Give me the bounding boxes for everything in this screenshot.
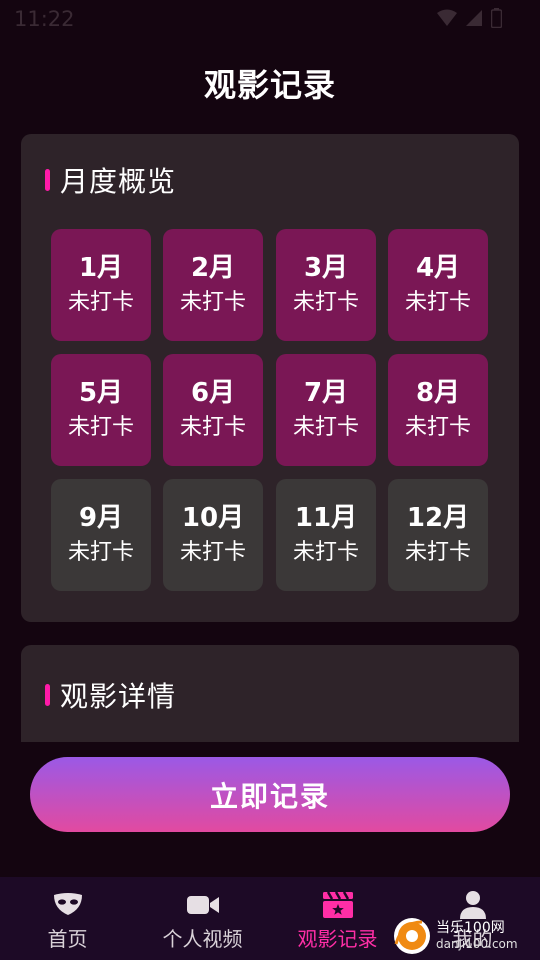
month-status: 未打卡 <box>292 540 359 565</box>
month-label: 10月 <box>181 503 245 533</box>
wifi-icon <box>437 9 457 26</box>
mask-icon <box>52 891 84 919</box>
status-icons <box>437 8 502 28</box>
month-tile-10[interactable]: 10月 未打卡 <box>163 479 263 591</box>
month-tile-3[interactable]: 3月 未打卡 <box>276 229 376 341</box>
details-section-title: 观影详情 <box>60 680 177 713</box>
month-status: 未打卡 <box>67 540 134 565</box>
nav-item-viewing-record[interactable]: 观影记录 <box>270 877 405 960</box>
watermark-url: danji100.com <box>436 937 518 951</box>
month-tile-7[interactable]: 7月 未打卡 <box>276 354 376 466</box>
battery-icon <box>491 8 502 28</box>
month-status: 未打卡 <box>292 415 359 440</box>
monthly-section-header: 月度概览 <box>45 160 176 200</box>
month-tile-6[interactable]: 6月 未打卡 <box>163 354 263 466</box>
month-status: 未打卡 <box>179 415 246 440</box>
month-label: 2月 <box>190 253 236 283</box>
section-accent-bar <box>45 684 50 706</box>
watermark-logo-icon <box>394 918 430 954</box>
month-status: 未打卡 <box>67 290 134 315</box>
month-tile-2[interactable]: 2月 未打卡 <box>163 229 263 341</box>
month-tile-5[interactable]: 5月 未打卡 <box>51 354 151 466</box>
section-accent-bar <box>45 169 50 191</box>
month-label: 7月 <box>303 378 349 408</box>
month-label: 12月 <box>406 503 470 533</box>
month-label: 3月 <box>303 253 349 283</box>
watermark: 当乐100网 danji100.com <box>392 916 518 956</box>
month-status: 未打卡 <box>179 540 246 565</box>
nav-item-personal-video[interactable]: 个人视频 <box>135 877 270 960</box>
nav-label: 首页 <box>47 927 88 951</box>
video-camera-icon <box>186 891 220 919</box>
month-tile-1[interactable]: 1月 未打卡 <box>51 229 151 341</box>
viewing-details-card: 观影详情 <box>21 645 519 742</box>
nav-item-home[interactable]: 首页 <box>0 877 135 960</box>
month-grid: 1月 未打卡 2月 未打卡 3月 未打卡 4月 未打卡 5月 未打卡 6月 未打… <box>51 229 489 591</box>
status-time: 11:22 <box>14 7 75 31</box>
month-status: 未打卡 <box>179 290 246 315</box>
month-tile-12[interactable]: 12月 未打卡 <box>388 479 488 591</box>
signal-icon <box>466 10 482 26</box>
month-label: 6月 <box>190 378 236 408</box>
nav-label: 个人视频 <box>162 927 243 951</box>
month-label: 8月 <box>415 378 461 408</box>
monthly-section-title: 月度概览 <box>60 165 177 198</box>
month-tile-9[interactable]: 9月 未打卡 <box>51 479 151 591</box>
month-label: 1月 <box>78 253 124 283</box>
month-status: 未打卡 <box>404 415 471 440</box>
status-bar: 11:22 <box>0 0 540 38</box>
month-tile-8[interactable]: 8月 未打卡 <box>388 354 488 466</box>
month-label: 4月 <box>415 253 461 283</box>
month-tile-4[interactable]: 4月 未打卡 <box>388 229 488 341</box>
user-icon <box>458 891 488 919</box>
record-now-label: 立即记录 <box>209 780 330 812</box>
clapperboard-icon <box>322 891 354 919</box>
record-now-button[interactable]: 立即记录 <box>30 757 510 832</box>
monthly-overview-card: 月度概览 1月 未打卡 2月 未打卡 3月 未打卡 4月 未打卡 5月 未打卡 <box>21 134 519 622</box>
month-status: 未打卡 <box>404 540 471 565</box>
month-tile-11[interactable]: 11月 未打卡 <box>276 479 376 591</box>
month-status: 未打卡 <box>404 290 471 315</box>
month-status: 未打卡 <box>67 415 134 440</box>
screen: 11:22 观影记录 月度概览 1月 未打卡 2月 未打卡 3月 未打卡 4月 … <box>0 0 540 960</box>
details-section-header: 观影详情 <box>45 675 176 715</box>
page-title: 观影记录 <box>203 66 336 104</box>
month-label: 5月 <box>78 378 124 408</box>
nav-label: 观影记录 <box>297 927 378 951</box>
watermark-text-block: 当乐100网 danji100.com <box>436 920 518 952</box>
month-label: 9月 <box>78 503 124 533</box>
month-label: 11月 <box>294 503 358 533</box>
watermark-name: 当乐100网 <box>436 920 505 936</box>
month-status: 未打卡 <box>292 290 359 315</box>
